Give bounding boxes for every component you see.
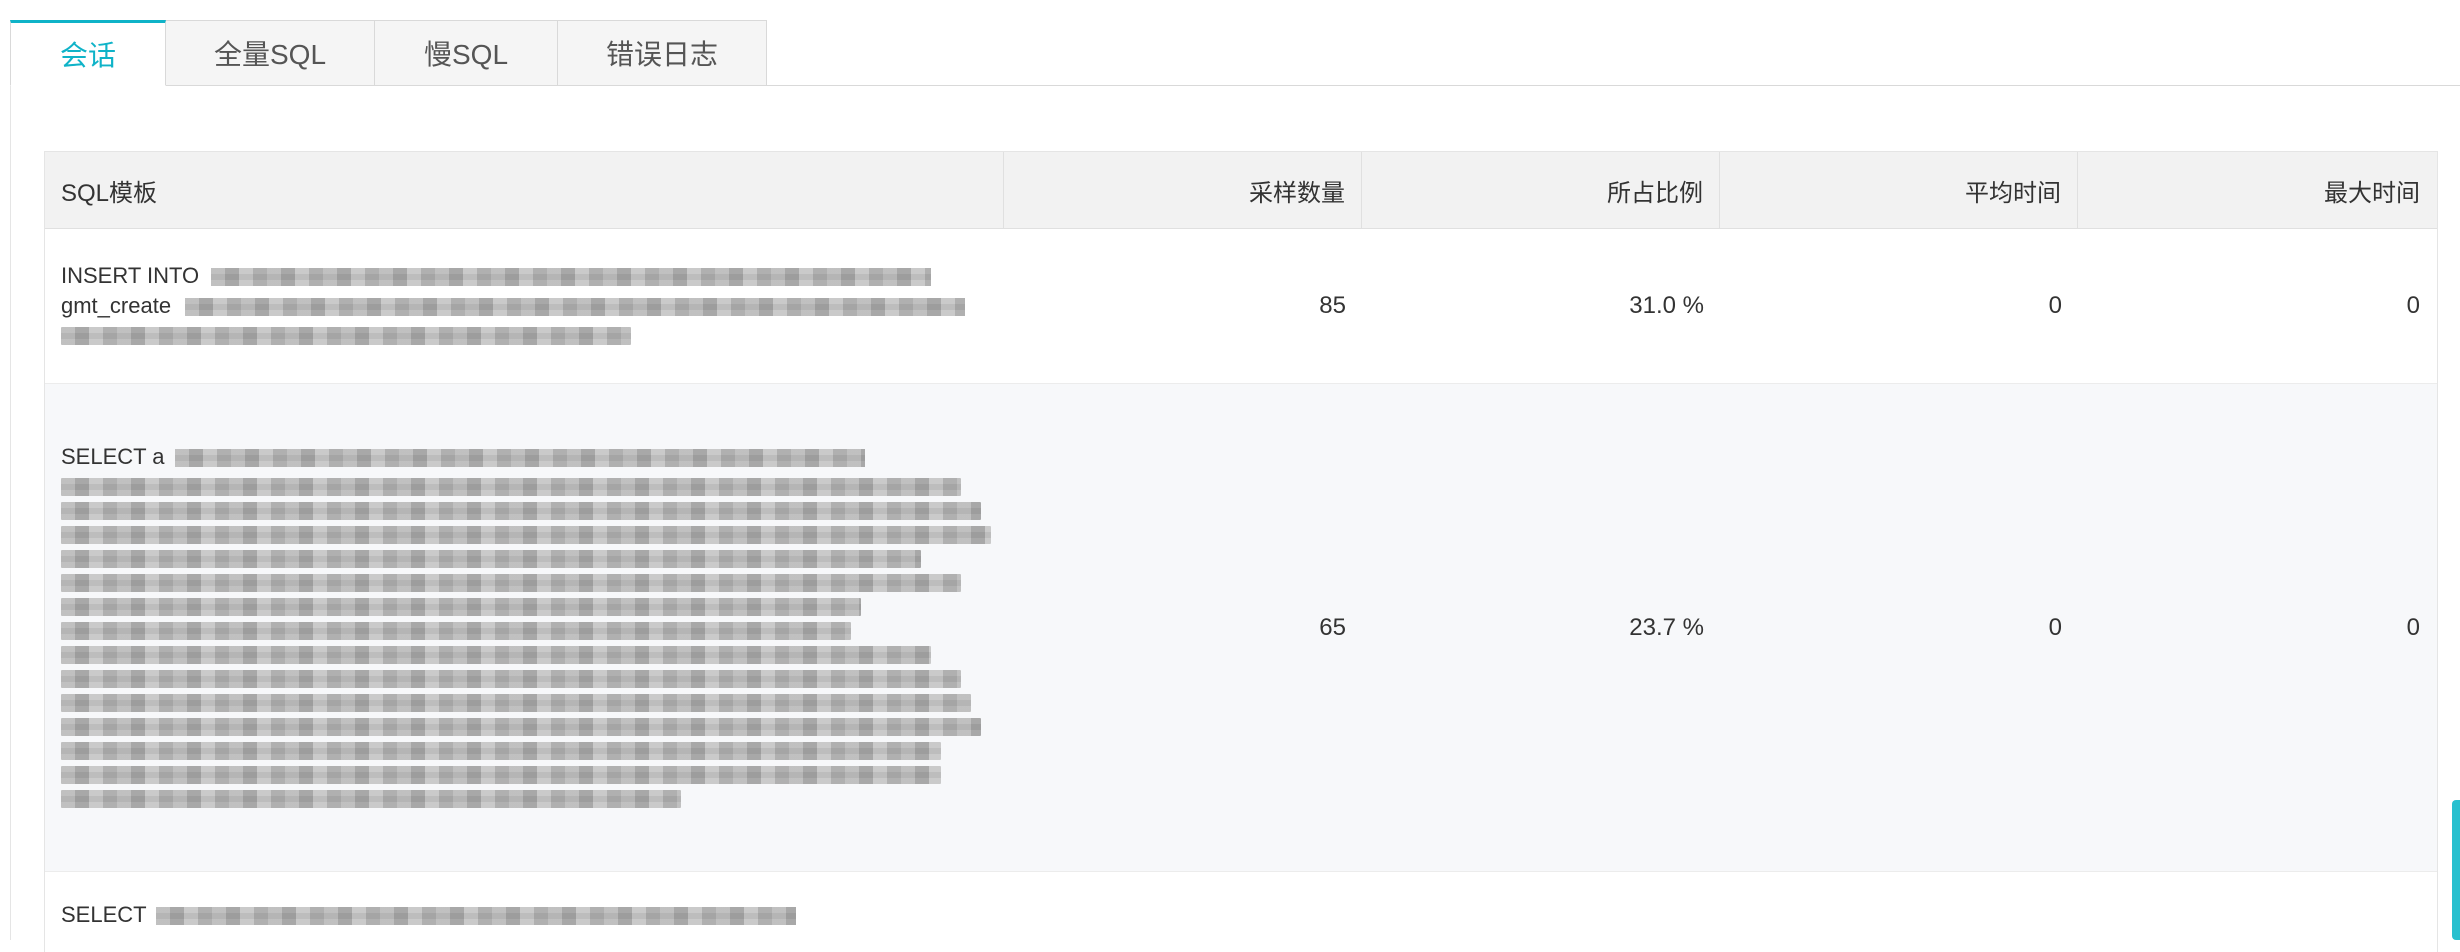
table-row[interactable]: SELECT a 65 23.7 % 0 0 [45,384,2437,872]
redacted-text [61,669,961,688]
sql-template-cell: SELECT [45,872,1004,930]
header-sql-template[interactable]: SQL模板 [45,152,1004,228]
max-time-value: 0 [2406,613,2420,641]
tab-error-log-label: 错误日志 [605,39,718,70]
header-ratio[interactable]: 所占比例 [1362,152,1720,228]
sql-prefix: SELECT a [61,443,165,469]
sql-template-cell: INSERT INTO gmt_create [45,229,1004,383]
redacted-text [61,741,941,760]
tab-slow-sql-label: 慢SQL [423,39,509,70]
redacted-text [61,327,631,345]
header-max-time[interactable]: 最大时间 [2078,152,2436,228]
avg-time-value: 0 [2048,613,2062,641]
panel-left-border [10,86,11,940]
sql-template-table: SQL模板 采样数量 所占比例 平均时间 最大时间 INSERT INTO gm… [44,151,2438,952]
header-avg-time[interactable]: 平均时间 [1720,152,2078,228]
tab-full-sql-label: 全量SQL [213,39,327,70]
redacted-text [61,765,941,784]
tab-full-sql[interactable]: 全量SQL [165,20,375,86]
table-header-row: SQL模板 采样数量 所占比例 平均时间 最大时间 [45,151,2437,229]
ratio-value: 31.0 % [1629,292,1704,319]
tab-slow-sql[interactable]: 慢SQL [374,20,558,86]
tab-session-label: 会话 [59,40,116,71]
ratio-value: 23.7 % [1629,613,1704,641]
sql-text: SELECT [61,900,1001,930]
tab-error-log[interactable]: 错误日志 [557,20,767,86]
sql-prefix: SELECT [61,902,147,927]
tab-divider [10,85,2460,86]
table-row[interactable]: INSERT INTO gmt_create 85 31.0 % 0 0 [45,229,2437,384]
redacted-text [61,645,931,664]
redacted-text [185,298,966,317]
sql-text: INSERT INTO gmt_create [61,261,1001,351]
sql-text: SELECT a [61,442,1001,814]
redacted-text [61,501,981,520]
redacted-text [156,907,797,926]
redacted-text [211,268,932,287]
scroll-indicator[interactable] [2452,800,2460,940]
redacted-text [61,693,971,712]
sql-line2: gmt_create [61,293,172,318]
tab-bar: 会话 全量SQL 慢SQL 错误日志 [0,0,2460,86]
redacted-text [61,717,981,736]
sql-template-cell: SELECT a [45,384,1004,871]
table-row[interactable]: SELECT [45,872,2437,952]
sample-count-value: 85 [1319,292,1346,319]
avg-time-value: 0 [2048,292,2062,319]
redacted-text [61,525,991,544]
redacted-text [61,549,921,568]
max-time-value: 0 [2406,292,2420,319]
redacted-text [174,448,865,467]
redacted-text [61,573,961,592]
redacted-text [61,621,851,640]
sample-count-value: 65 [1319,613,1346,641]
sql-prefix: INSERT INTO [61,263,200,288]
header-sample-count[interactable]: 采样数量 [1004,152,1362,228]
redacted-text [61,477,961,496]
tab-session[interactable]: 会话 [10,20,166,86]
redacted-text [61,597,861,616]
redacted-text [61,789,681,808]
